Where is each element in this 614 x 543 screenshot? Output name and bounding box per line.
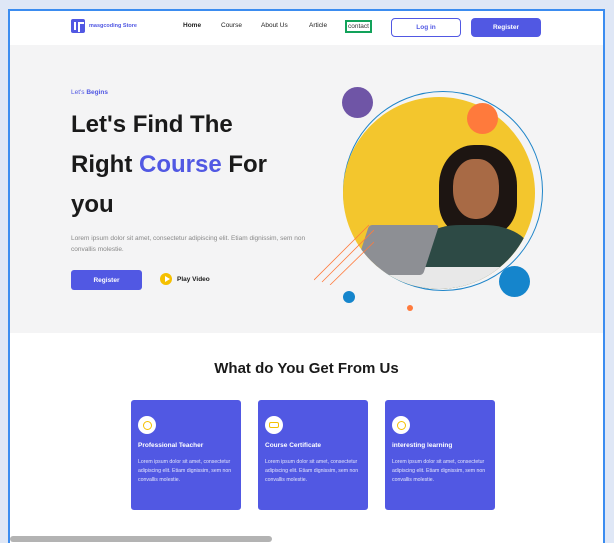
hero-section: Let's Begins Let's Find The Right Course… bbox=[10, 45, 603, 333]
nav-link-about-us[interactable]: About Us bbox=[261, 22, 288, 29]
hero-eyebrow: Let's Begins bbox=[71, 89, 108, 96]
site-logo[interactable]: masgcoding Store bbox=[71, 19, 137, 33]
orange-dot-decoration bbox=[467, 103, 498, 134]
login-button[interactable]: Log in bbox=[391, 18, 461, 37]
card-title: interesting learning bbox=[392, 442, 453, 449]
learning-icon bbox=[392, 416, 410, 434]
play-video-button[interactable]: Play Video bbox=[160, 273, 210, 285]
headline-line-2: Right Course For bbox=[71, 145, 321, 185]
horizontal-scrollbar[interactable] bbox=[10, 536, 272, 542]
benefit-card-professional-teacher[interactable]: Professional Teacher Lorem ipsum dolor s… bbox=[131, 400, 241, 510]
play-video-label: Play Video bbox=[177, 275, 210, 283]
student-face bbox=[453, 159, 499, 219]
card-title: Professional Teacher bbox=[138, 442, 204, 449]
user-icon bbox=[138, 416, 156, 434]
headline-course-word: Course bbox=[138, 151, 222, 178]
benefits-heading: What do You Get From Us bbox=[214, 360, 399, 377]
eyebrow-bold: Begins bbox=[86, 89, 109, 96]
browser-viewport: masgcoding Store Home Course About Us Ar… bbox=[8, 9, 605, 543]
headline-for-word: For bbox=[228, 151, 268, 178]
headline-right-word: Right bbox=[71, 151, 133, 178]
diagonal-lines-decoration bbox=[314, 224, 374, 285]
headline-line-3: you bbox=[71, 191, 114, 218]
hero-register-button[interactable]: Register bbox=[71, 270, 142, 290]
card-body: Lorem ipsum dolor sit amet, consectetur … bbox=[138, 459, 232, 483]
eyebrow-prefix: Let's bbox=[71, 89, 85, 96]
purple-dot-decoration bbox=[342, 87, 373, 118]
card-title: Course Certificate bbox=[265, 442, 321, 449]
play-icon bbox=[160, 273, 172, 285]
top-navbar: masgcoding Store Home Course About Us Ar… bbox=[10, 11, 603, 45]
nav-link-course[interactable]: Course bbox=[221, 22, 242, 29]
headline-line-1: Let's Find The bbox=[71, 111, 233, 138]
nav-link-contact[interactable]: contact bbox=[345, 20, 372, 33]
nav-link-home[interactable]: Home bbox=[183, 22, 201, 29]
logo-text: masgcoding Store bbox=[89, 23, 137, 29]
benefit-card-course-certificate[interactable]: Course Certificate Lorem ipsum dolor sit… bbox=[258, 400, 368, 510]
blue-dot-decoration bbox=[499, 266, 530, 297]
card-body: Lorem ipsum dolor sit amet, consectetur … bbox=[392, 459, 486, 483]
logo-icon bbox=[71, 19, 85, 33]
benefit-cards: Professional Teacher Lorem ipsum dolor s… bbox=[131, 400, 495, 510]
hero-headline: Let's Find The Right Course For you bbox=[71, 105, 321, 225]
card-body: Lorem ipsum dolor sit amet, consectetur … bbox=[265, 459, 359, 483]
nav-link-article[interactable]: Article bbox=[309, 22, 327, 29]
hero-subtext: Lorem ipsum dolor sit amet, consectetur … bbox=[71, 235, 306, 253]
graduation-cap-icon bbox=[265, 416, 283, 434]
small-blue-dot-decoration bbox=[343, 291, 355, 303]
benefit-card-interesting-learning[interactable]: interesting learning Lorem ipsum dolor s… bbox=[385, 400, 495, 510]
nav-register-button[interactable]: Register bbox=[471, 18, 541, 37]
small-orange-dot-decoration bbox=[407, 305, 413, 311]
hero-illustration bbox=[310, 75, 550, 315]
